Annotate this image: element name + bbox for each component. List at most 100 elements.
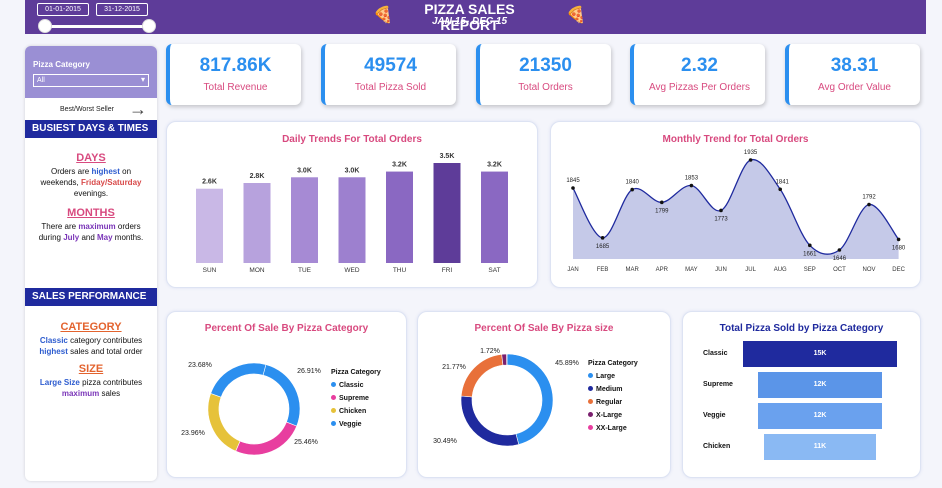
legend-marker (588, 412, 593, 417)
x-tick-label: TUE (298, 267, 312, 274)
sales-section-title: SALES PERFORMANCE (25, 288, 157, 306)
category-sold-card: Total Pizza Sold by Pizza Category Class… (682, 311, 921, 478)
bar-data-label: 3.2K (392, 162, 407, 169)
bar-data-label: 3.0K (345, 167, 360, 174)
data-label: 1845 (566, 178, 580, 184)
data-label: 1799 (655, 208, 669, 214)
text: There are (41, 222, 79, 231)
bar-data-label: 2.8K (250, 173, 265, 180)
text: sales and total order (67, 347, 143, 356)
data-label: 1840 (626, 180, 640, 186)
chart-title: Total Pizza Sold by Pizza Category (719, 323, 884, 334)
donut-slice (235, 421, 298, 456)
kpi-label: Total Orders (518, 82, 573, 93)
x-tick-label: APR (656, 267, 669, 273)
legend-item[interactable]: Veggie (331, 418, 381, 431)
x-tick-label: JUN (715, 267, 727, 273)
funnel-category-label: Classic (703, 350, 728, 357)
kpi-value: 817.86K (199, 55, 272, 76)
date-from-field[interactable]: 01-01-2015 (37, 3, 89, 16)
kpi-total-revenue: 817.86K Total Revenue (166, 44, 301, 105)
x-tick-label: SAT (488, 267, 500, 274)
legend-item[interactable]: XX-Large (588, 422, 638, 435)
text: Large Size (39, 378, 80, 387)
category-dropdown[interactable]: All ▾ (33, 74, 149, 87)
text: July (63, 233, 80, 242)
slice-data-label: 26.91% (297, 368, 321, 375)
data-label: 1792 (862, 195, 876, 201)
date-slider-end-handle[interactable] (142, 19, 156, 33)
legend-item[interactable]: X-Large (588, 409, 638, 422)
data-point (600, 236, 605, 240)
data-label: 1685 (596, 244, 610, 250)
date-slider-start-handle[interactable] (38, 19, 52, 33)
x-tick-label: JAN (567, 267, 578, 273)
area-fill (573, 159, 899, 259)
text: category contributes (67, 336, 143, 345)
legend-item[interactable]: Chicken (331, 405, 381, 418)
legend-items: Large Medium Regular X-Large XX-Large (588, 370, 638, 435)
legend-item[interactable]: Medium (588, 383, 638, 396)
legend-item[interactable]: Large (588, 370, 638, 383)
data-point (719, 208, 723, 213)
funnel-bar: 11K (763, 434, 877, 460)
months-heading: MONTHS (67, 207, 115, 219)
size-insight: SIZE Large Size pizza contributes maximu… (25, 364, 157, 399)
monthly-trend-card: Monthly Trend for Total Orders 1845 JAN 16… (550, 121, 921, 288)
kpi-label: Avg Order Value (817, 82, 891, 93)
data-label: 1773 (714, 216, 728, 222)
bar (433, 163, 461, 263)
legend-label: Medium (596, 386, 623, 393)
legend-label: XX-Large (596, 425, 627, 432)
data-label: 1680 (892, 245, 906, 251)
funnel-bar: 12K (758, 372, 882, 398)
legend-marker (588, 386, 593, 391)
pizza-icon: 🍕 (566, 7, 586, 24)
category-slicer: Pizza Category All ▾ (25, 46, 157, 98)
data-label: 1935 (744, 150, 758, 156)
legend-label: Classic (339, 382, 364, 389)
text: maximum (78, 222, 116, 231)
date-to-field[interactable]: 31-12-2015 (96, 3, 148, 16)
best-worst-seller-button[interactable]: Best/Worst Seller → (25, 98, 157, 120)
x-tick-label: NOV (862, 267, 875, 273)
text: pizza contributes (79, 378, 143, 387)
funnel-bar: 12K (758, 403, 882, 429)
x-tick-label: THU (393, 267, 407, 274)
x-tick-label: AUG (774, 267, 787, 273)
text: Orders are (50, 167, 92, 176)
text: months. (112, 233, 144, 242)
legend-item[interactable]: Supreme (331, 392, 381, 405)
legend-label: Chicken (339, 408, 367, 415)
legend-item[interactable]: Classic (331, 379, 381, 392)
legend-item[interactable]: Regular (588, 396, 638, 409)
kpi-value: 21350 (519, 55, 572, 76)
kpi-avg-order-value: 38.31 Avg Order Value (785, 44, 920, 105)
x-tick-label: MAR (626, 267, 640, 273)
data-point (808, 243, 812, 248)
legend-marker (331, 408, 336, 413)
legend-label: Supreme (339, 395, 369, 402)
data-point (689, 183, 694, 188)
legend-label: Veggie (339, 421, 362, 428)
legend-label: X-Large (596, 412, 623, 419)
data-point (660, 200, 664, 205)
x-tick-label: JUL (745, 267, 756, 273)
legend-marker (331, 421, 336, 426)
text: maximum (61, 389, 100, 398)
text: highest (91, 167, 120, 176)
slice-data-label: 23.68% (188, 362, 212, 369)
x-tick-label: FEB (597, 267, 609, 273)
category-donut-card: Percent Of Sale By Pizza Category 26.91%… (166, 311, 407, 478)
busiest-section-title: BUSIEST DAYS & TIMES (25, 120, 157, 138)
monthly-area-chart: 1845 JAN 1685 FEB 1840 MAR 1799 APR 1853 MAY 1773 J… (566, 150, 906, 273)
funnel-category-label: Supreme (703, 381, 733, 388)
months-insight: MONTHS There are maximum orders during J… (25, 208, 157, 243)
text: Classic (39, 336, 68, 345)
slice-data-label: 21.77% (442, 364, 466, 371)
kpi-avg-pizzas-per-order: 2.32 Avg Pizzas Per Orders (630, 44, 765, 105)
best-worst-label: Best/Worst Seller (60, 106, 114, 113)
x-tick-label: SEP (804, 267, 816, 273)
date-slider-track[interactable] (44, 25, 150, 28)
x-tick-label: MON (249, 267, 264, 274)
